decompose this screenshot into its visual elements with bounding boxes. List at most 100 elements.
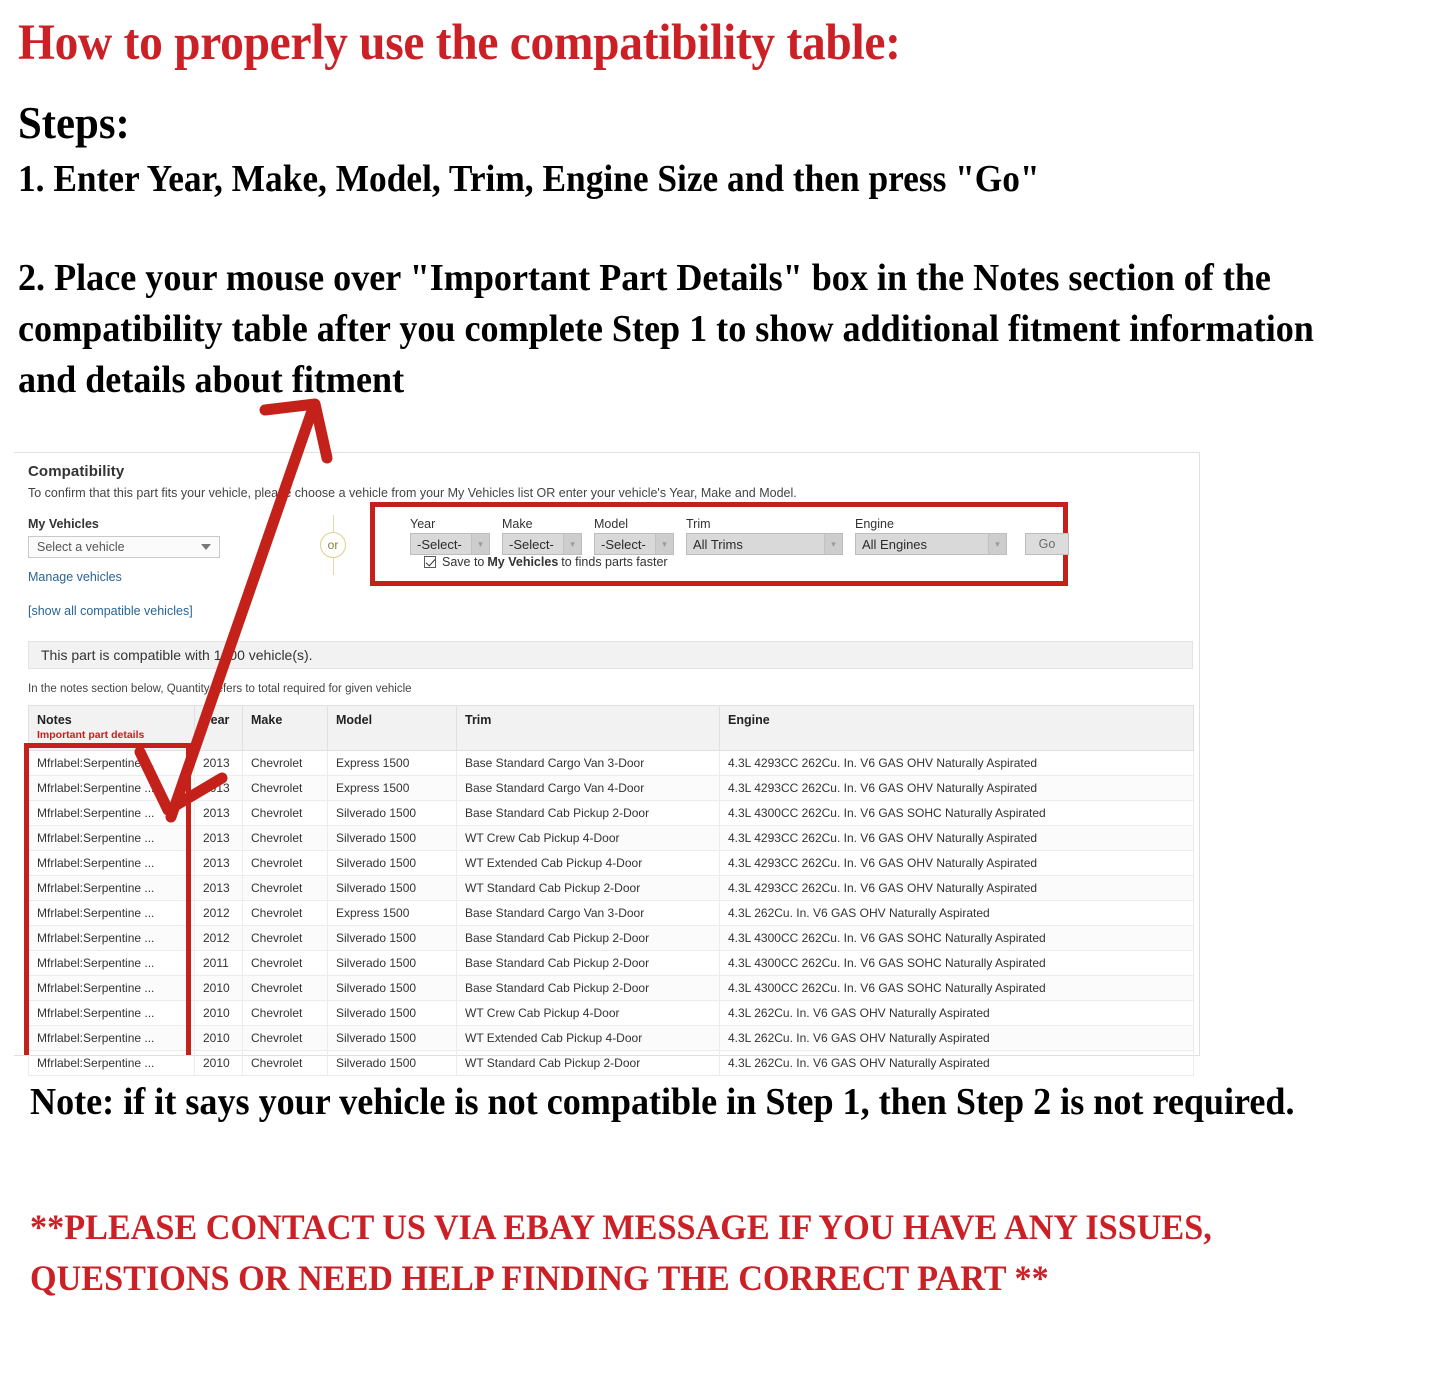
cell-trim: Base Standard Cargo Van 3-Door	[456, 750, 720, 776]
table-row: Mfrlabel:Serpentine ... 2013 Chevrolet Expr…	[28, 750, 1194, 776]
cell-year: 2013	[194, 875, 243, 901]
cell-notes[interactable]: Mfrlabel:Serpentine ...	[28, 750, 195, 776]
cell-make: Chevrolet	[242, 1025, 328, 1051]
cell-engine: 4.3L 262Cu. In. V6 GAS OHV Naturally Asp…	[719, 1000, 1194, 1026]
engine-label: Engine	[855, 517, 894, 531]
trim-select[interactable]: All Trims ▾	[686, 533, 843, 555]
cell-notes[interactable]: Mfrlabel:Serpentine ...	[28, 950, 195, 976]
cell-notes[interactable]: Mfrlabel:Serpentine ...	[28, 850, 195, 876]
trim-label: Trim	[686, 517, 711, 531]
table-row: Mfrlabel:Serpentine ... 2010 Chevrolet Silv…	[28, 1000, 1194, 1026]
cell-trim: WT Standard Cab Pickup 2-Door	[456, 1050, 720, 1076]
cell-notes[interactable]: Mfrlabel:Serpentine ...	[28, 900, 195, 926]
cell-year: 2013	[194, 800, 243, 826]
go-button[interactable]: Go	[1025, 533, 1069, 555]
cell-trim: WT Crew Cab Pickup 4-Door	[456, 1000, 720, 1026]
table-row: Mfrlabel:Serpentine ... 2010 Chevrolet Silv…	[28, 1050, 1194, 1076]
compatibility-card: Compatibility To confirm that this part …	[14, 452, 1200, 1076]
make-select[interactable]: -Select- ▾	[502, 533, 582, 555]
table-row: Mfrlabel:Serpentine ... 2013 Chevrolet Silv…	[28, 875, 1194, 901]
cell-year: 2012	[194, 900, 243, 926]
cell-notes[interactable]: Mfrlabel:Serpentine ...	[28, 800, 195, 826]
cell-trim: Base Standard Cargo Van 3-Door	[456, 900, 720, 926]
cell-notes[interactable]: Mfrlabel:Serpentine ...	[28, 1050, 195, 1076]
cell-trim: Base Standard Cab Pickup 2-Door	[456, 800, 720, 826]
chevron-down-icon	[201, 544, 211, 550]
cell-notes[interactable]: Mfrlabel:Serpentine ...	[28, 1025, 195, 1051]
cell-make: Chevrolet	[242, 1050, 328, 1076]
cell-engine: 4.3L 4293CC 262Cu. In. V6 GAS OHV Natura…	[719, 850, 1194, 876]
cell-model: Silverado 1500	[327, 975, 457, 1001]
cell-trim: Base Standard Cargo Van 4-Door	[456, 775, 720, 801]
my-vehicles-select[interactable]: Select a vehicle	[28, 536, 220, 558]
cell-notes[interactable]: Mfrlabel:Serpentine ...	[28, 875, 195, 901]
chevron-down-icon: ▾	[988, 534, 1006, 554]
cell-engine: 4.3L 4293CC 262Cu. In. V6 GAS OHV Natura…	[719, 750, 1194, 776]
cell-year: 2013	[194, 850, 243, 876]
column-header-year: Year	[194, 705, 243, 751]
chevron-down-icon: ▾	[471, 534, 489, 554]
cell-engine: 4.3L 4300CC 262Cu. In. V6 GAS SOHC Natur…	[719, 800, 1194, 826]
cell-trim: WT Crew Cab Pickup 4-Door	[456, 825, 720, 851]
or-divider-label: or	[320, 532, 346, 558]
cell-notes[interactable]: Mfrlabel:Serpentine ...	[28, 1000, 195, 1026]
cell-notes[interactable]: Mfrlabel:Serpentine ...	[28, 975, 195, 1001]
compatibility-count-banner: This part is compatible with 1000 vehicl…	[28, 641, 1193, 669]
make-field: Make -Select- ▾	[502, 517, 582, 555]
show-all-compatible-vehicles-link[interactable]: [show all compatible vehicles]	[28, 604, 308, 618]
cell-model: Silverado 1500	[327, 850, 457, 876]
cell-model: Express 1500	[327, 775, 457, 801]
cell-make: Chevrolet	[242, 900, 328, 926]
column-header-notes-label: Notes	[37, 713, 72, 727]
model-select[interactable]: -Select- ▾	[594, 533, 674, 555]
cell-make: Chevrolet	[242, 800, 328, 826]
table-row: Mfrlabel:Serpentine ... 2010 Chevrolet Silv…	[28, 1025, 1194, 1051]
cell-engine: 4.3L 262Cu. In. V6 GAS OHV Naturally Asp…	[719, 1025, 1194, 1051]
save-suffix-text: to finds parts faster	[561, 555, 668, 569]
cell-engine: 4.3L 4300CC 262Cu. In. V6 GAS SOHC Natur…	[719, 975, 1194, 1001]
save-to-my-vehicles-checkbox[interactable]	[424, 556, 436, 568]
make-select-value: -Select-	[509, 536, 554, 552]
cell-make: Chevrolet	[242, 950, 328, 976]
engine-select[interactable]: All Engines ▾	[855, 533, 1007, 555]
my-vehicles-select-value: Select a vehicle	[37, 540, 125, 554]
cell-year: 2013	[194, 750, 243, 776]
chevron-down-icon: ▾	[655, 534, 673, 554]
important-part-details-label: Important part details	[37, 729, 145, 741]
table-row: Mfrlabel:Serpentine ... 2013 Chevrolet Silv…	[28, 800, 1194, 826]
vehicle-selector-row: Year -Select- ▾ Make -Select- ▾ Model -S…	[410, 517, 1069, 555]
table-row: Mfrlabel:Serpentine ... 2012 Chevrolet Silv…	[28, 925, 1194, 951]
year-field: Year -Select- ▾	[410, 517, 490, 555]
cell-model: Silverado 1500	[327, 800, 457, 826]
year-select[interactable]: -Select- ▾	[410, 533, 490, 555]
cell-notes[interactable]: Mfrlabel:Serpentine ...	[28, 825, 195, 851]
model-select-value: -Select-	[601, 536, 646, 552]
engine-field: Engine All Engines ▾	[855, 517, 1007, 555]
table-row: Mfrlabel:Serpentine ... 2013 Chevrolet Silv…	[28, 850, 1194, 876]
cell-make: Chevrolet	[242, 925, 328, 951]
column-header-model: Model	[327, 705, 457, 751]
page-headline: How to properly use the compatibility ta…	[18, 15, 901, 71]
cell-engine: 4.3L 4293CC 262Cu. In. V6 GAS OHV Natura…	[719, 875, 1194, 901]
cell-year: 2013	[194, 825, 243, 851]
cell-notes[interactable]: Mfrlabel:Serpentine ...	[28, 925, 195, 951]
model-label: Model	[594, 517, 629, 531]
cell-year: 2013	[194, 775, 243, 801]
year-select-value: -Select-	[417, 536, 462, 552]
cell-model: Silverado 1500	[327, 925, 457, 951]
cell-make: Chevrolet	[242, 825, 328, 851]
engine-select-value: All Engines	[862, 536, 928, 552]
or-divider: or	[314, 515, 354, 575]
cell-model: Silverado 1500	[327, 825, 457, 851]
save-to-my-vehicles-row[interactable]: Save to My Vehicles to finds parts faste…	[424, 555, 668, 569]
cell-trim: Base Standard Cab Pickup 2-Door	[456, 950, 720, 976]
cell-make: Chevrolet	[242, 750, 328, 776]
cell-notes[interactable]: Mfrlabel:Serpentine ...	[28, 775, 195, 801]
cell-make: Chevrolet	[242, 1000, 328, 1026]
cell-trim: Base Standard Cab Pickup 2-Door	[456, 925, 720, 951]
manage-vehicles-link[interactable]: Manage vehicles	[28, 570, 308, 584]
year-label: Year	[410, 517, 436, 531]
step-1-text: 1. Enter Year, Make, Model, Trim, Engine…	[18, 158, 1040, 200]
step-2-text: 2. Place your mouse over "Important Part…	[18, 257, 1314, 401]
cell-make: Chevrolet	[242, 875, 328, 901]
